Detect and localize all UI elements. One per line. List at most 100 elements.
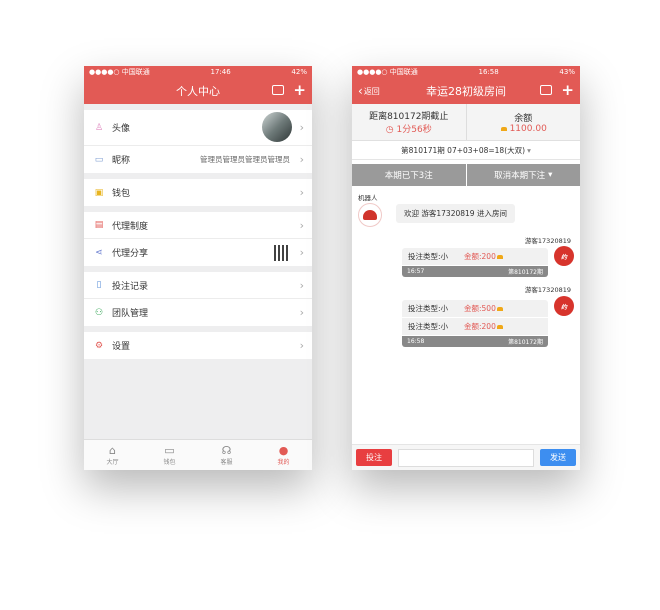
clipboard-icon: ▯ [96, 280, 102, 290]
page-title: 个人中心 [176, 85, 220, 98]
chevron-right-icon: › [299, 153, 304, 166]
agent-system-label: 代理制度 [112, 221, 149, 232]
chevron-right-icon: › [299, 121, 304, 134]
last-result-dropdown[interactable]: 第810171期 07+03+08=18(大双) ▾ [352, 141, 580, 160]
tab-service[interactable]: ☊ 客服 [198, 440, 255, 470]
amount-label: 金额: [464, 322, 482, 331]
chevron-right-icon: › [299, 246, 304, 259]
user-name: 游客17320819 [524, 286, 571, 294]
bet-type-label: 投注类型: [408, 304, 441, 313]
nav-bar: ‹ 返回 幸运28初级房间 + [352, 78, 580, 104]
avatar-row[interactable]: ♙ 头像 › [84, 110, 312, 146]
bet-message: 投注类型:小 金额:200 16:57 第810172期 [402, 248, 548, 277]
bet-button[interactable]: 投注 [356, 449, 392, 466]
id-card-icon: ▭ [94, 154, 104, 165]
team-label: 团队管理 [112, 309, 149, 319]
avatar [262, 112, 292, 142]
headset-icon: ☊ [221, 444, 232, 457]
back-label: 返回 [363, 86, 380, 96]
bet-type-label: 投注类型: [408, 252, 441, 261]
bet-message: 投注类型:小 金额:500 投注类型:小 金额:200 16:58 第810172… [402, 300, 548, 347]
nickname-row[interactable]: ▭ 昵称 管理员管理员管理员管理员 › [84, 146, 312, 173]
chevron-right-icon: › [299, 218, 304, 232]
message-icon[interactable] [540, 85, 553, 95]
message-time: 16:58 [407, 338, 425, 345]
clock: 16:58 [478, 68, 499, 76]
user-avatar: 约 [554, 246, 574, 266]
plus-icon[interactable]: + [561, 83, 574, 98]
amount: 500 [481, 304, 496, 313]
cancel-bets-button[interactable]: 取消本期下注 ▾ [467, 164, 581, 186]
wallet-icon: ▭ [164, 444, 175, 457]
chevron-right-icon: › [299, 186, 304, 199]
wallet-row[interactable]: ▣ 钱包 › [84, 179, 312, 206]
chevron-right-icon: › [299, 339, 304, 352]
message-period: 第810172期 [508, 269, 543, 276]
placed-bets-count: 本期已下3注 [352, 164, 467, 186]
share-icon: ⋖ [95, 247, 103, 258]
clock: 17:46 [210, 68, 231, 76]
home-icon: ⌂ [109, 444, 116, 457]
plus-icon[interactable]: + [293, 83, 306, 98]
caret-down-icon: ▾ [548, 170, 553, 180]
battery: 43% [559, 68, 575, 76]
person-icon: ♙ [94, 122, 104, 133]
crown-icon [500, 126, 507, 131]
agent-share-row[interactable]: ⋖ 代理分享 › [84, 239, 312, 266]
chevron-left-icon: ‹ [358, 84, 363, 98]
nickname-label: 昵称 [112, 156, 131, 166]
bet-records-row[interactable]: ▯ 投注记录 › [84, 272, 312, 299]
bet-type: 小 [440, 322, 449, 331]
countdown: 1分56秒 [396, 125, 432, 135]
settings-label: 设置 [112, 342, 131, 352]
tab-label: 我的 [277, 459, 290, 466]
bet-type-label: 投注类型: [408, 322, 441, 331]
message-input[interactable] [398, 448, 534, 467]
balance-value: 1100.00 [509, 123, 547, 134]
room-title: 幸运28初级房间 [426, 85, 506, 98]
settings-row[interactable]: ⚙ 设置 › [84, 332, 312, 359]
tab-wallet[interactable]: ▭ 钱包 [141, 440, 198, 470]
agent-system-row[interactable]: ▤ 代理制度 › [84, 212, 312, 239]
wallet-label: 钱包 [112, 189, 131, 199]
bet-type: 小 [440, 252, 449, 261]
amount-label: 金额: [464, 252, 482, 261]
battery: 42% [291, 68, 307, 76]
crown-icon [496, 255, 503, 259]
message-time: 16:57 [407, 268, 425, 275]
message-icon[interactable] [272, 85, 285, 95]
amount: 200 [481, 322, 496, 331]
nav-bar: 个人中心 + [84, 78, 312, 104]
deadline-label: 距离810172期截止 [369, 112, 449, 122]
caret-down-icon: ▾ [527, 145, 531, 155]
team-icon: ⚇ [94, 307, 104, 318]
back-button[interactable]: ‹ 返回 [358, 84, 380, 98]
message-period: 第810172期 [508, 339, 543, 346]
send-button[interactable]: 发送 [540, 449, 576, 466]
input-bar: 投注 发送 [352, 444, 580, 470]
nickname-value: 管理员管理员管理员管理员 [200, 155, 290, 164]
clock-icon: ◷ [385, 125, 394, 135]
bet-type: 小 [440, 304, 449, 313]
amount-label: 金额: [464, 304, 482, 313]
bet-records-label: 投注记录 [112, 281, 149, 292]
info-panel: 距离810172期截止 ◷ 1分56秒 余额 1100.00 [352, 104, 580, 141]
user-avatar: 约 [554, 296, 574, 316]
team-row[interactable]: ⚇ 团队管理 › [84, 299, 312, 326]
tab-bar: ⌂ 大厅 ▭ 钱包 ☊ 客服 ● 我的 [84, 439, 312, 470]
agent-share-label: 代理分享 [112, 249, 149, 259]
tab-hall[interactable]: ⌂ 大厅 [84, 440, 141, 470]
user-icon: ● [278, 444, 289, 457]
chat-area: 机器人 欢迎 游客17320819 进入房间 游客17320819 约 投注类型… [352, 186, 580, 422]
avatar-label: 头像 [112, 124, 131, 134]
tab-label: 大厅 [106, 459, 119, 466]
bot-name: 机器人 [358, 194, 378, 202]
game-room-screen: ●●●●○ 中国联通 16:58 43% ‹ 返回 幸运28初级房间 + 距离8… [352, 66, 580, 470]
crown-icon [496, 325, 503, 329]
bet-control-bar: 本期已下3注 取消本期下注 ▾ [352, 164, 580, 186]
wallet-icon: ▣ [94, 187, 104, 198]
tab-mine[interactable]: ● 我的 [255, 440, 312, 470]
user-name: 游客17320819 [524, 237, 571, 245]
cancel-label: 取消本期下注 [494, 171, 546, 181]
carrier: ●●●●○ 中国联通 [89, 68, 150, 76]
